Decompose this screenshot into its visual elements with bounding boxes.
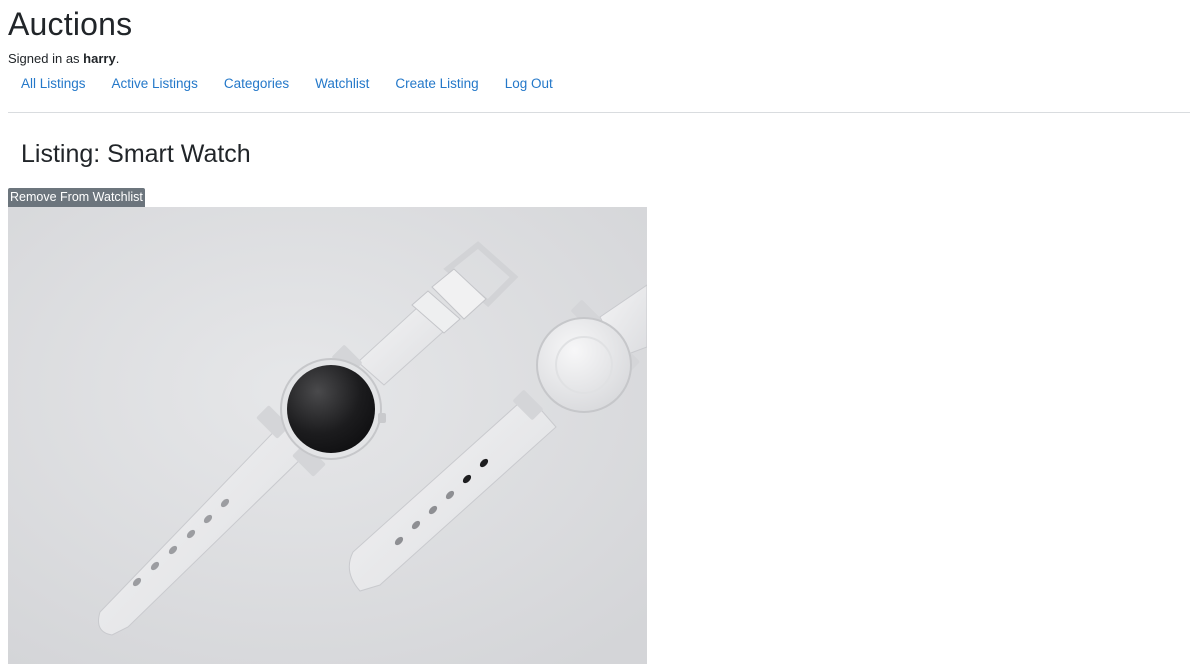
nav-link-log-out[interactable]: Log Out: [492, 73, 566, 95]
header-divider: [8, 112, 1190, 113]
main-nav: All Listings Active Listings Categories …: [8, 73, 566, 95]
username: harry: [83, 51, 116, 66]
nav-link-all-listings[interactable]: All Listings: [8, 73, 99, 95]
smart-watch-photo: [8, 207, 647, 664]
nav-item: Active Listings: [99, 73, 211, 95]
nav-item: All Listings: [8, 73, 99, 95]
nav-link-watchlist[interactable]: Watchlist: [302, 73, 382, 95]
nav-link-active-listings[interactable]: Active Listings: [99, 73, 211, 95]
signed-in-suffix: .: [115, 51, 120, 66]
nav-link-categories[interactable]: Categories: [211, 73, 302, 95]
nav-item: Log Out: [492, 73, 566, 95]
listing-title: Listing: Smart Watch: [21, 140, 251, 168]
site-title: Auctions: [8, 6, 133, 42]
nav-item: Categories: [211, 73, 302, 95]
listing-image: [8, 207, 647, 664]
nav-link-create-listing[interactable]: Create Listing: [382, 73, 491, 95]
nav-item: Create Listing: [382, 73, 491, 95]
nav-item: Watchlist: [302, 73, 382, 95]
signed-in-status: Signed in as harry.: [8, 50, 119, 68]
remove-from-watchlist-button[interactable]: Remove From Watchlist: [8, 188, 145, 207]
signed-in-prefix: Signed in as: [8, 51, 84, 66]
